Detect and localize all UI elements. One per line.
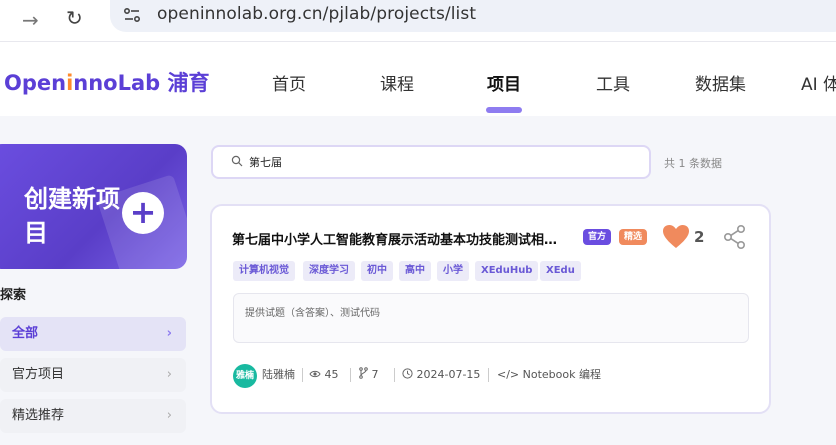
divider: [394, 368, 395, 382]
divider: [302, 368, 303, 382]
views-value: 45: [324, 368, 339, 381]
project-description: 提供试题（含答案）、测试代码: [245, 308, 380, 319]
tag[interactable]: 计算机视觉: [233, 261, 295, 281]
like-count: 2: [694, 228, 705, 246]
sidebar-item-label: 精选推荐: [12, 408, 65, 423]
code-icon: </>: [497, 368, 520, 381]
logo-text-nnolab: nnoLab: [73, 71, 161, 95]
avatar[interactable]: 雅楠: [233, 364, 257, 388]
logo-text-open: Open: [4, 71, 67, 95]
project-title[interactable]: 第七届中小学人工智能教育展示活动基本功技能测试相关资源: [232, 229, 568, 248]
address-bar[interactable]: openinnolab.org.cn/pjlab/projects/list: [110, 0, 836, 32]
tag[interactable]: 深度学习: [303, 261, 355, 281]
nav-ai[interactable]: AI 体: [801, 70, 836, 95]
author-name[interactable]: 陆雅楠: [262, 365, 295, 385]
sidebar-item-official[interactable]: 官方项目 ›: [0, 358, 186, 392]
chevron-right-icon: ›: [166, 408, 172, 423]
forward-arrow-icon[interactable]: →: [22, 8, 39, 32]
sidebar-item-all[interactable]: 全部 ›: [0, 317, 186, 351]
nav-home[interactable]: 首页: [272, 70, 306, 95]
nav-datasets[interactable]: 数据集: [695, 70, 746, 95]
divider: [350, 368, 351, 382]
project-type: </> Notebook 编程: [497, 365, 601, 385]
site-header: OpeninnoLab 浦育 首页 课程 项目 工具 数据集 AI 体: [0, 42, 836, 116]
tag[interactable]: 初中: [361, 261, 393, 281]
featured-badge: 精选: [619, 229, 648, 245]
create-project-label[interactable]: 创建新项目: [24, 182, 124, 250]
search-input[interactable]: 第七届: [211, 145, 651, 179]
forks-count: 7: [358, 365, 379, 385]
eye-icon: [309, 370, 321, 378]
result-count: 共 1 条数据: [664, 157, 722, 170]
logo-text-puyu: 浦育: [160, 71, 210, 95]
clock-icon: [402, 368, 413, 379]
tag[interactable]: 高中: [399, 261, 431, 281]
search-icon: [231, 155, 243, 167]
project-date: 2024-07-15: [402, 365, 480, 385]
fork-icon: [359, 367, 368, 379]
plus-icon[interactable]: +: [122, 192, 164, 234]
search-value: 第七届: [249, 156, 282, 169]
share-icon[interactable]: [722, 224, 748, 250]
site-logo[interactable]: OpeninnoLab 浦育: [4, 67, 210, 97]
chevron-right-icon: ›: [166, 367, 172, 382]
sidebar-item-featured[interactable]: 精选推荐 ›: [0, 399, 186, 433]
sidebar-item-label: 官方项目: [12, 367, 65, 382]
site-settings-icon[interactable]: [122, 5, 142, 25]
explore-heading: 探索: [0, 288, 27, 303]
nav-courses[interactable]: 课程: [380, 70, 414, 95]
type-value: Notebook 编程: [522, 368, 601, 381]
tag[interactable]: XEdu: [540, 261, 581, 281]
views-count: 45: [309, 365, 339, 385]
url-text[interactable]: openinnolab.org.cn/pjlab/projects/list: [157, 4, 476, 24]
reload-icon[interactable]: ↻: [66, 6, 83, 30]
browser-toolbar: → ↻ openinnolab.org.cn/pjlab/projects/li…: [0, 0, 836, 42]
nav-projects[interactable]: 项目: [487, 70, 521, 95]
tag[interactable]: XEduHub: [475, 261, 539, 281]
sidebar-item-label: 全部: [12, 326, 39, 341]
tag[interactable]: 小学: [437, 261, 469, 281]
date-value: 2024-07-15: [416, 368, 481, 381]
nav-tools[interactable]: 工具: [596, 70, 630, 95]
divider: [488, 368, 489, 382]
official-badge: 官方: [583, 229, 612, 245]
forks-value: 7: [371, 368, 379, 381]
heart-icon[interactable]: [662, 224, 690, 250]
chevron-right-icon: ›: [166, 326, 172, 341]
nav-active-indicator: [486, 107, 522, 113]
